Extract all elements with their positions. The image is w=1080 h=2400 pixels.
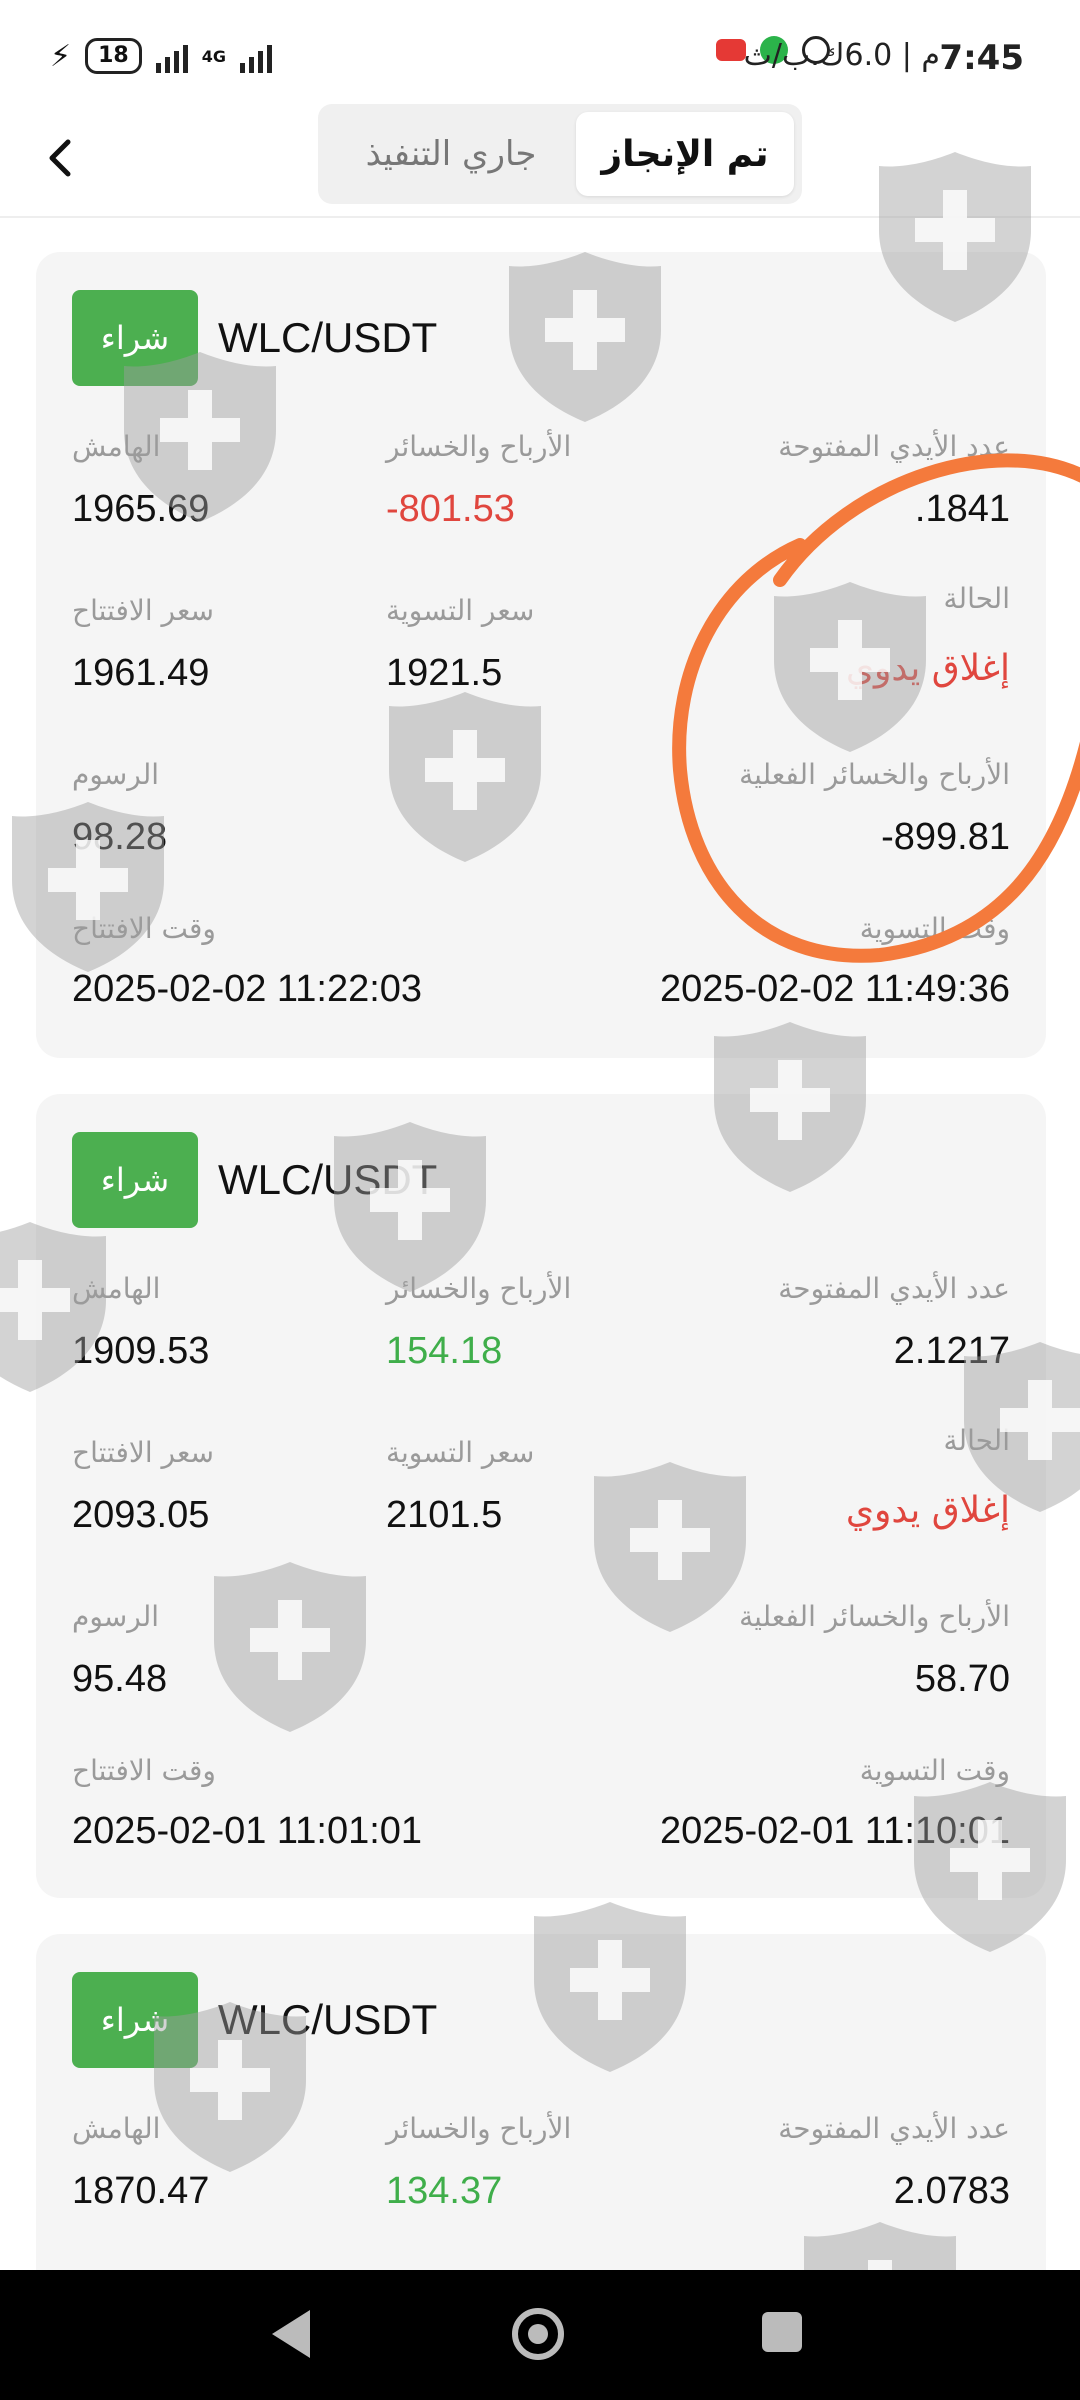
open-time-value: 2025-02-01 11:01:01	[72, 1810, 423, 1852]
real-pnl-value: 58.70	[914, 1658, 1010, 1700]
real-pnl-value: -899.81	[881, 816, 1010, 858]
fees-label: الرسوم	[72, 1600, 160, 1633]
open-lots-value: .1841	[914, 488, 1010, 530]
tab-completed[interactable]: تم الإنجاز	[576, 112, 794, 196]
battery-icon: 18	[85, 38, 142, 74]
nav-back-icon[interactable]	[272, 2310, 310, 2358]
open-time-value: 2025-02-02 11:22:03	[72, 968, 423, 1010]
card-header: شراء WLC/USDT	[72, 1972, 437, 2068]
margin-value: 1870.47	[72, 2170, 210, 2212]
margin-value: 1965.69	[72, 488, 210, 530]
settle-time-value: 2025-02-02 11:49:36	[659, 968, 1010, 1010]
trading-pair: WLC/USDT	[218, 1156, 438, 1203]
open-price-label: سعر الافتتاح	[72, 594, 214, 627]
margin-label: الهامش	[72, 2112, 161, 2145]
settle-price-label: سعر التسوية	[386, 594, 535, 627]
settle-time-label: وقت التسوية	[859, 1754, 1010, 1787]
open-lots-value: 2.0783	[893, 2170, 1010, 2212]
order-card[interactable]: شراء WLC/USDT الهامش الأرباح والخسائر عد…	[36, 1094, 1046, 1898]
status-label: الحالة	[943, 582, 1010, 615]
clock: 7:45	[939, 38, 1024, 78]
open-price-value: 2093.05	[72, 1494, 210, 1536]
settle-price-label: سعر التسوية	[386, 1436, 535, 1469]
card-header: شراء WLC/USDT	[72, 1132, 437, 1228]
status-bar: ⚡ 18 4G م | 6.0ك.ب/ث 7:45	[0, 0, 1080, 100]
pnl-value: -801.53	[386, 488, 515, 530]
signal-icon-2	[239, 39, 272, 73]
open-lots-label: عدد الأيدي المفتوحة	[778, 1272, 1010, 1305]
open-time-label: وقت الافتتاح	[72, 912, 216, 945]
fees-value: 98.28	[72, 816, 168, 858]
fees-value: 95.48	[72, 1658, 168, 1700]
open-lots-label: عدد الأيدي المفتوحة	[778, 430, 1010, 463]
status-label: الحالة	[943, 1424, 1010, 1457]
nav-home-icon[interactable]	[512, 2308, 564, 2360]
pnl-label: الأرباح والخسائر	[386, 430, 572, 463]
tab-switcher: جاري التنفيذ تم الإنجاز	[318, 104, 802, 204]
trading-pair: WLC/USDT	[218, 314, 438, 361]
trading-pair: WLC/USDT	[218, 1996, 438, 2043]
card-header: شراء WLC/USDT	[72, 290, 437, 386]
network-speed: م | 6.0ك.ب/ث	[743, 38, 940, 73]
charging-icon: ⚡	[50, 38, 72, 74]
margin-value: 1909.53	[72, 1330, 210, 1372]
margin-label: الهامش	[72, 430, 161, 463]
pnl-value: 154.18	[386, 1330, 503, 1372]
pnl-value: 134.37	[386, 2170, 503, 2212]
youtube-icon	[716, 39, 746, 61]
tab-in-progress[interactable]: جاري التنفيذ	[326, 112, 576, 196]
open-lots-label: عدد الأيدي المفتوحة	[778, 2112, 1010, 2145]
pnl-label: الأرباح والخسائر	[386, 2112, 572, 2145]
nav-recents-icon[interactable]	[762, 2312, 802, 2352]
open-lots-value: 2.1217	[893, 1330, 1010, 1372]
settle-price-value: 1921.5	[386, 652, 503, 694]
margin-label: الهامش	[72, 1272, 161, 1305]
buy-badge: شراء	[72, 1972, 198, 2068]
open-time-label: وقت الافتتاح	[72, 1754, 216, 1787]
status-value: إغلاق يدوي	[845, 648, 1010, 689]
network-type: 4G	[201, 46, 226, 66]
real-pnl-label: الأرباح والخسائر الفعلية	[739, 1600, 1010, 1633]
fees-label: الرسوم	[72, 758, 160, 791]
buy-badge: شراء	[72, 290, 198, 386]
open-price-label: سعر الافتتاح	[72, 1436, 214, 1469]
pnl-label: الأرباح والخسائر	[386, 1272, 572, 1305]
system-nav-bar	[0, 2270, 1080, 2400]
back-arrow-icon[interactable]	[38, 134, 86, 182]
settle-price-value: 2101.5	[386, 1494, 503, 1536]
header: جاري التنفيذ تم الإنجاز	[0, 100, 1080, 218]
open-price-value: 1961.49	[72, 652, 210, 694]
real-pnl-label: الأرباح والخسائر الفعلية	[739, 758, 1010, 791]
status-value: إغلاق يدوي	[845, 1490, 1010, 1531]
settle-time-label: وقت التسوية	[859, 912, 1010, 945]
buy-badge: شراء	[72, 1132, 198, 1228]
settle-time-value: 2025-02-01 11:10:01	[659, 1810, 1010, 1852]
order-card[interactable]: شراء WLC/USDT الهامش الأرباح والخسائر عد…	[36, 252, 1046, 1058]
status-left: ⚡ 18 4G	[50, 38, 272, 74]
signal-icon	[155, 39, 188, 73]
